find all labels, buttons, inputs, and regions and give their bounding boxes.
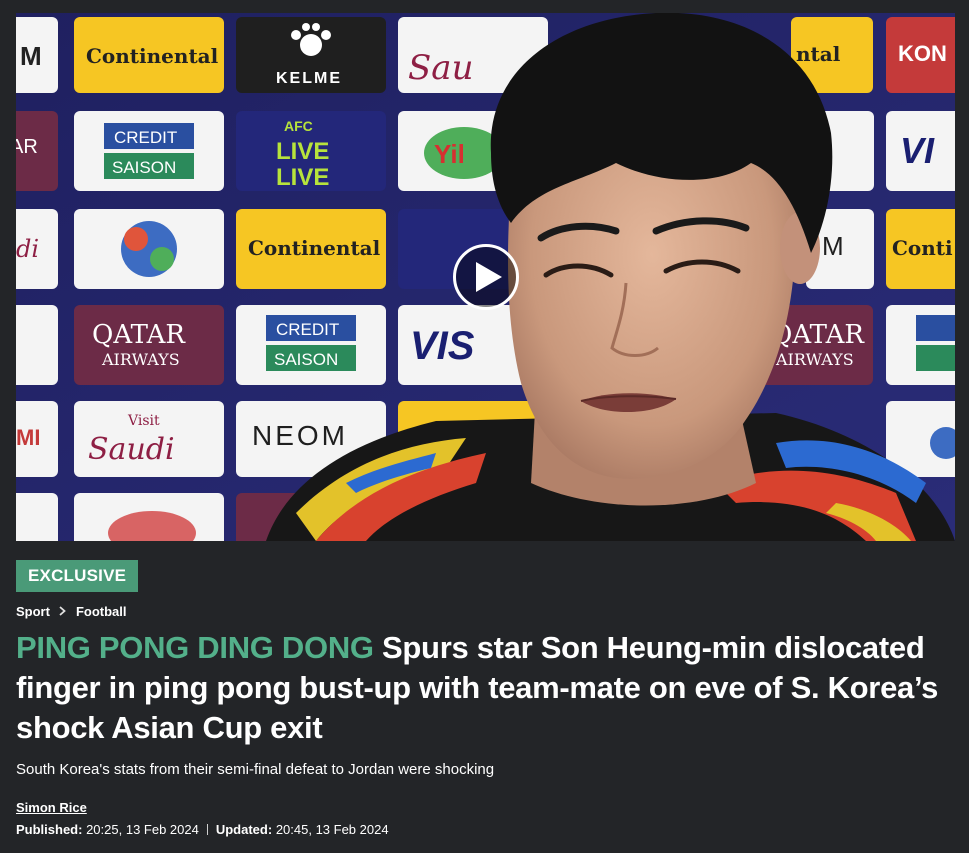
article-standfirst: South Korea's stats from their semi-fina… [16, 761, 495, 778]
play-icon [475, 262, 502, 292]
published-time: 20:25, 13 Feb 2024 [86, 822, 199, 837]
breadcrumb-football[interactable]: Football [76, 604, 127, 619]
play-button[interactable] [453, 244, 519, 310]
svg-text:Sau: Sau [408, 48, 473, 88]
svg-text:VI: VI [900, 130, 935, 171]
article-page: M AR di MI Continental CREDIT SAISON QAT… [0, 0, 969, 853]
svg-text:KON: KON [898, 41, 947, 66]
svg-text:Yil: Yil [434, 139, 465, 169]
svg-text:KELME: KELME [276, 70, 342, 87]
svg-text:CREDIT: CREDIT [114, 128, 177, 147]
svg-text:Conti: Conti [892, 236, 953, 260]
article-dates: Published: 20:25, 13 Feb 2024 Updated: 2… [16, 822, 389, 837]
svg-text:Visit: Visit [127, 413, 160, 429]
svg-text:di: di [16, 235, 39, 263]
svg-text:Continental: Continental [86, 44, 219, 68]
svg-text:AIRWAYS: AIRWAYS [101, 350, 180, 369]
svg-text:SAISON: SAISON [112, 158, 176, 177]
author-link[interactable]: Simon Rice [16, 800, 87, 815]
exclusive-tag[interactable]: EXCLUSIVE [16, 560, 139, 592]
article-headline: PING PONG DING DONG Spurs star Son Heung… [16, 628, 951, 748]
video-player[interactable]: M AR di MI Continental CREDIT SAISON QAT… [16, 13, 955, 541]
svg-text:ntal: ntal [796, 42, 841, 66]
svg-text:LIVE: LIVE [276, 164, 329, 191]
breadcrumb: Sport Football [16, 602, 127, 620]
svg-text:MI: MI [16, 425, 40, 450]
svg-text:LIVE: LIVE [276, 138, 329, 165]
svg-text:Saudi: Saudi [88, 432, 175, 467]
svg-text:M: M [20, 41, 42, 71]
chevron-right-icon [59, 604, 66, 619]
updated-label: Updated: [215, 822, 273, 837]
svg-text:SAISON: SAISON [274, 350, 338, 369]
headline-kicker: PING PONG DING DONG [16, 630, 374, 665]
date-divider [206, 824, 208, 835]
published-label: Published: [16, 822, 83, 837]
svg-text:VIS: VIS [410, 324, 475, 368]
svg-text:CREDIT: CREDIT [276, 320, 339, 339]
updated-time: 20:45, 13 Feb 2024 [275, 822, 389, 837]
svg-text:QATAR: QATAR [92, 320, 186, 350]
breadcrumb-sport[interactable]: Sport [16, 604, 50, 619]
svg-text:AIRWAYS: AIRWAYS [775, 350, 854, 369]
svg-text:M: M [822, 231, 844, 261]
svg-text:AR: AR [16, 136, 38, 158]
svg-text:AFC: AFC [284, 118, 313, 134]
svg-text:Continental: Continental [248, 236, 381, 260]
svg-text:NEOM: NEOM [252, 420, 348, 451]
